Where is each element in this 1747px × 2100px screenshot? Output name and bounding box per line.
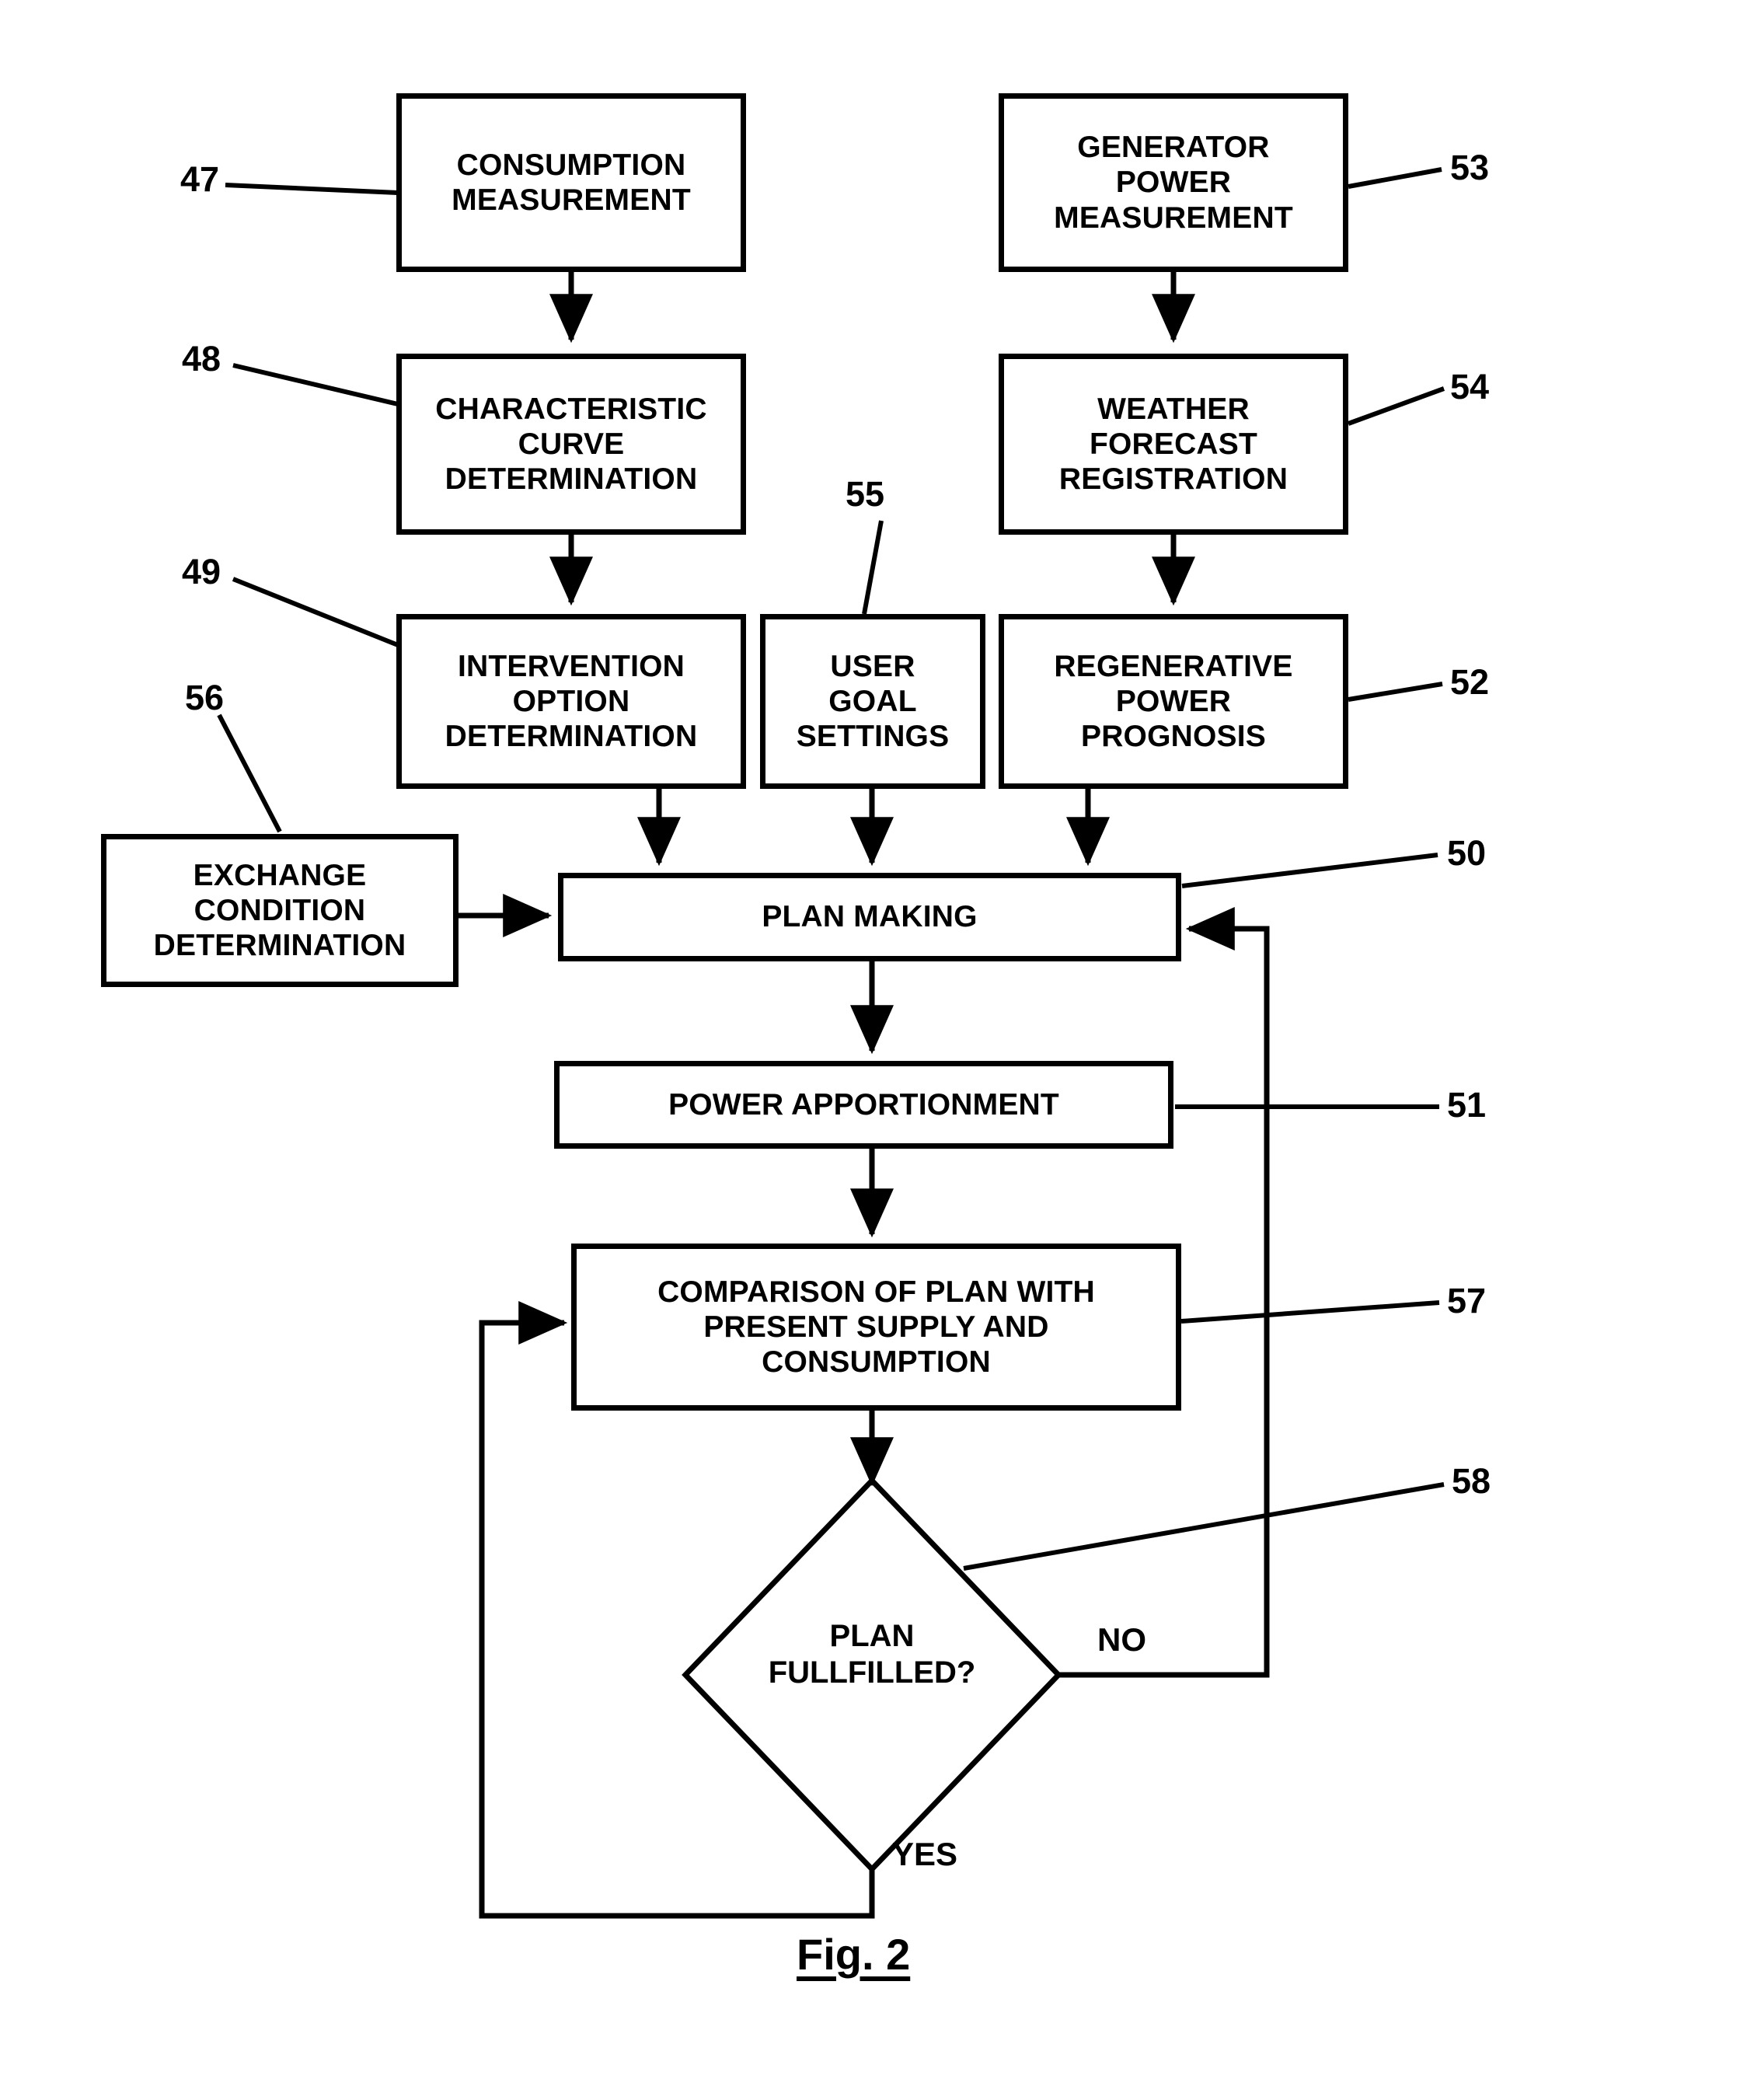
- node-user-goal-settings-label: USER GOAL SETTINGS: [796, 649, 950, 754]
- leader-49: [232, 577, 399, 647]
- node-power-apportionment-label: POWER APPORTIONMENT: [668, 1087, 1059, 1122]
- node-plan-making[interactable]: PLAN MAKING: [558, 873, 1181, 961]
- leader-56: [217, 713, 282, 833]
- figure-caption: Fig. 2: [797, 1930, 911, 1979]
- node-regenerative-power-prognosis-label: REGENERATIVE POWER PROGNOSIS: [1054, 649, 1293, 754]
- node-characteristic-curve-determination-label: CHARACTERISTIC CURVE DETERMINATION: [435, 392, 707, 497]
- ref-number-56: 56: [185, 678, 225, 717]
- node-plan-making-label: PLAN MAKING: [762, 900, 978, 934]
- node-exchange-condition-determination-label: EXCHANGE CONDITION DETERMINATION: [153, 858, 406, 963]
- node-weather-forecast-registration[interactable]: WEATHER FORECAST REGISTRATION: [999, 354, 1348, 535]
- leader-47: [225, 183, 399, 195]
- ref-number-55: 55: [846, 474, 885, 514]
- leader-57: [1180, 1300, 1440, 1324]
- node-generator-power-measurement[interactable]: GENERATOR POWER MEASUREMENT: [999, 93, 1348, 272]
- leader-58: [963, 1482, 1445, 1571]
- flowchart-connectors: [217, 167, 1445, 1919]
- node-intervention-option-determination-label: INTERVENTION OPTION DETERMINATION: [445, 649, 698, 754]
- leader-54: [1347, 386, 1445, 426]
- ref-number-53: 53: [1450, 148, 1490, 187]
- patent-figure-page: CONSUMPTION MEASUREMENT CHARACTERISTIC C…: [0, 0, 1747, 2100]
- ref-number-49: 49: [182, 552, 221, 591]
- ref-number-54: 54: [1450, 367, 1490, 406]
- node-user-goal-settings[interactable]: USER GOAL SETTINGS: [760, 614, 985, 789]
- node-generator-power-measurement-label: GENERATOR POWER MEASUREMENT: [1054, 131, 1293, 235]
- leader-53: [1348, 167, 1442, 189]
- node-weather-forecast-registration-label: WEATHER FORECAST REGISTRATION: [1058, 392, 1288, 497]
- leader-55: [862, 520, 884, 615]
- ref-number-50: 50: [1447, 833, 1487, 873]
- ref-number-51: 51: [1447, 1085, 1487, 1125]
- node-regenerative-power-prognosis[interactable]: REGENERATIVE POWER PROGNOSIS: [999, 614, 1348, 789]
- node-characteristic-curve-determination[interactable]: CHARACTERISTIC CURVE DETERMINATION: [396, 354, 746, 535]
- node-power-apportionment[interactable]: POWER APPORTIONMENT: [554, 1061, 1173, 1149]
- leader-52: [1348, 682, 1443, 702]
- leader-50: [1181, 853, 1438, 888]
- node-comparison-of-plan[interactable]: COMPARISON OF PLAN WITH PRESENT SUPPLY A…: [571, 1244, 1181, 1411]
- node-plan-fullfilled-decision-label: PLAN FULLFILLED?: [768, 1619, 976, 1690]
- edge-label-yes: YES: [892, 1836, 958, 1872]
- ref-number-52: 52: [1450, 662, 1490, 702]
- node-intervention-option-determination[interactable]: INTERVENTION OPTION DETERMINATION: [396, 614, 746, 789]
- node-consumption-measurement[interactable]: CONSUMPTION MEASUREMENT: [396, 93, 746, 272]
- ref-number-47: 47: [180, 159, 220, 199]
- ref-number-58: 58: [1452, 1461, 1491, 1501]
- node-comparison-of-plan-label: COMPARISON OF PLAN WITH PRESENT SUPPLY A…: [657, 1275, 1095, 1380]
- ref-number-57: 57: [1447, 1281, 1487, 1320]
- node-consumption-measurement-label: CONSUMPTION MEASUREMENT: [452, 148, 691, 217]
- node-exchange-condition-determination[interactable]: EXCHANGE CONDITION DETERMINATION: [101, 834, 459, 987]
- edge-label-no: NO: [1097, 1621, 1146, 1658]
- leader-48: [232, 363, 399, 406]
- ref-number-48: 48: [182, 339, 221, 378]
